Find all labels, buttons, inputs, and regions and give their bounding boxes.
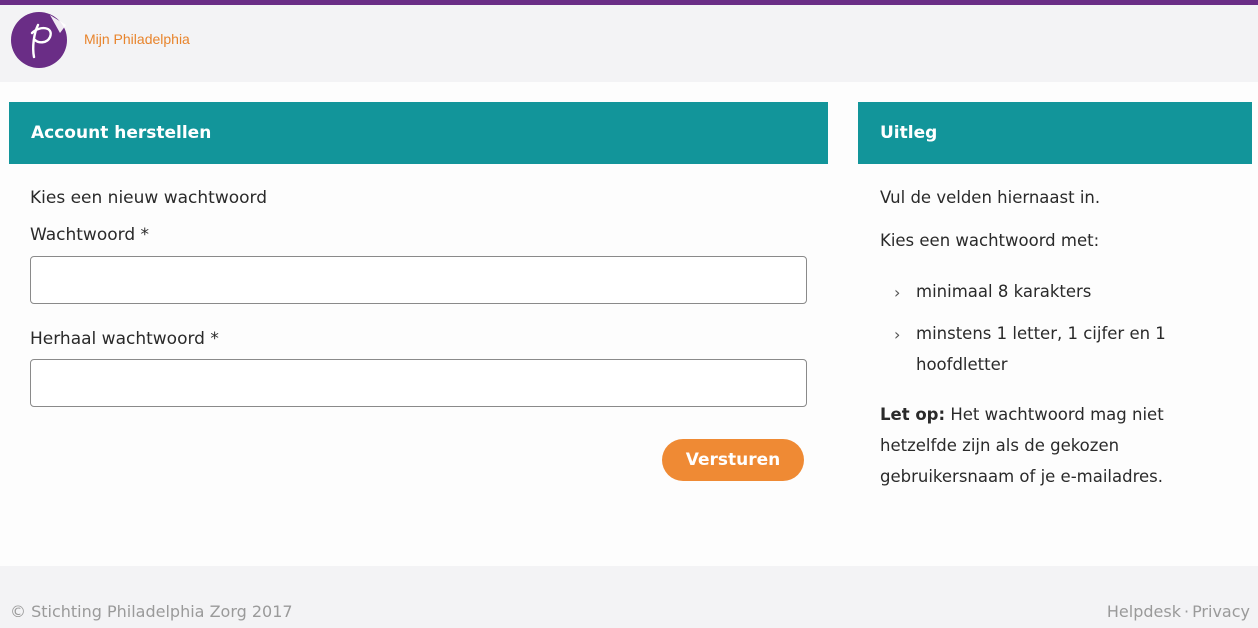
repeat-password-label: Herhaal wachtwoord *	[30, 329, 219, 349]
privacy-link[interactable]: Privacy	[1192, 602, 1250, 621]
footer-links: Helpdesk · Privacy	[1107, 602, 1250, 621]
password-input[interactable]	[30, 256, 807, 304]
explanation-line-2: Kies een wachtwoord met:	[880, 231, 1100, 250]
password-label: Wachtwoord *	[30, 225, 150, 245]
note-line-3: gebruikersnaam of je e-mailadres.	[880, 467, 1164, 486]
copyright-text: © Stichting Philadelphia Zorg 2017	[10, 602, 293, 621]
note-line-2: hetzelfde zijn als de gekozen	[880, 436, 1120, 455]
philadelphia-logo-icon[interactable]	[10, 11, 68, 69]
helpdesk-link[interactable]: Helpdesk	[1107, 602, 1181, 621]
requirement-item: minstens 1 letter, 1 cijfer en 1	[916, 324, 1166, 343]
header: Mijn Philadelphia	[0, 5, 1258, 82]
account-recovery-title: Account herstellen	[9, 102, 828, 164]
repeat-password-input[interactable]	[30, 359, 807, 407]
footer-separator: ·	[1183, 602, 1190, 621]
main-content: Account herstellen Kies een nieuw wachtw…	[0, 82, 1258, 566]
chevron-right-icon: ›	[894, 283, 901, 302]
submit-button[interactable]: Versturen	[662, 439, 804, 481]
chevron-right-icon: ›	[894, 325, 901, 344]
requirement-item: minimaal 8 karakters	[916, 282, 1092, 301]
explanation-title: Uitleg	[858, 102, 1252, 164]
note-label: Let op:	[880, 405, 946, 424]
footer: © Stichting Philadelphia Zorg 2017 Helpd…	[0, 566, 1258, 628]
explanation-line-1: Vul de velden hiernaast in.	[880, 188, 1101, 207]
requirement-item-continued: hoofdletter	[916, 355, 1008, 374]
brand-name[interactable]: Mijn Philadelphia	[84, 31, 190, 47]
note-line-1: Let op: Het wachtwoord mag niet	[880, 405, 1164, 424]
intro-text: Kies een nieuw wachtwoord	[30, 188, 268, 208]
note-text: Het wachtwoord mag niet	[945, 405, 1164, 424]
